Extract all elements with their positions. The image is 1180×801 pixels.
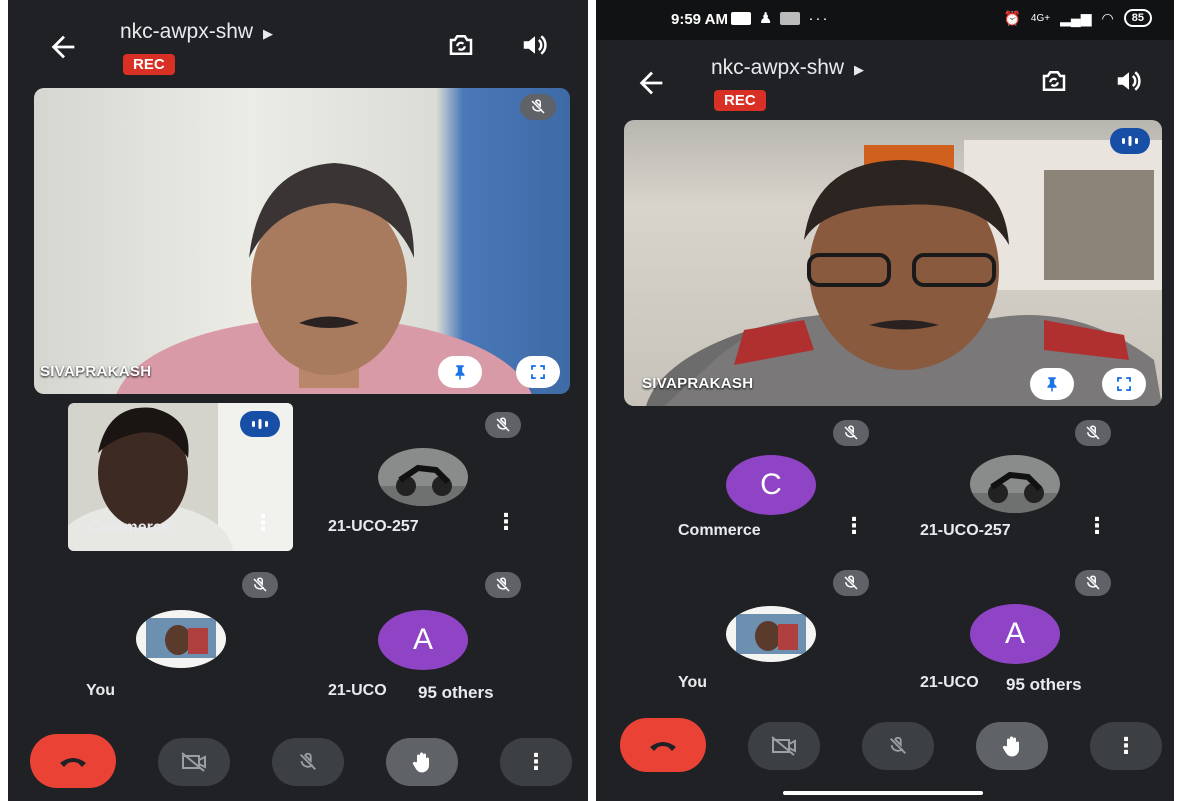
- mic-off-icon: [520, 94, 556, 120]
- more-vert-icon[interactable]: ⋮: [252, 512, 274, 534]
- self-avatar: [136, 610, 226, 668]
- camera-toggle-button[interactable]: [748, 722, 820, 770]
- avatar-letter: C: [726, 455, 816, 515]
- fullscreen-icon: [1117, 377, 1131, 391]
- speaker-icon[interactable]: [1114, 66, 1144, 96]
- mic-toggle-button[interactable]: [272, 738, 344, 786]
- meeting-title[interactable]: nkc-awpx-shw ▶: [120, 20, 273, 44]
- raise-hand-button[interactable]: [386, 738, 458, 786]
- back-arrow-icon[interactable]: [46, 30, 80, 64]
- more-options-button[interactable]: ⋮: [500, 738, 572, 786]
- battery-level: 85: [1123, 9, 1152, 27]
- speaker-icon[interactable]: [520, 30, 550, 60]
- home-indicator[interactable]: [783, 791, 983, 795]
- speaking-indicator-icon: [1110, 128, 1150, 154]
- left-screen: nkc-awpx-shw ▶ REC SIVAPRAKASH Commerce …: [8, 0, 588, 801]
- notification-icons: ♟ ···: [731, 9, 829, 27]
- main-video-tile[interactable]: SIVAPRAKASH: [624, 120, 1162, 406]
- more-vert-icon: ⋮: [525, 749, 547, 774]
- mic-off-icon: [242, 572, 278, 598]
- participant-name: You: [86, 682, 116, 699]
- video-notification-icon: [731, 11, 751, 25]
- end-call-icon: [60, 758, 86, 767]
- ghost-notification-icon: ♟: [759, 10, 773, 27]
- mic-off-icon: [833, 570, 869, 596]
- mic-toggle-button[interactable]: [862, 722, 934, 770]
- end-call-icon: [650, 742, 676, 751]
- tile-name: SIVAPRAKASH: [642, 375, 754, 392]
- more-notifications-icon: ···: [808, 9, 830, 27]
- fullscreen-button[interactable]: [516, 356, 560, 388]
- raise-hand-icon: [1002, 736, 1020, 757]
- more-vert-icon: ⋮: [1115, 733, 1137, 758]
- meeting-header: nkc-awpx-shw ▶ REC: [8, 20, 588, 90]
- status-time: 9:59 AM: [671, 11, 728, 28]
- app-notification-icon: [780, 11, 801, 25]
- mic-off-icon: [485, 572, 521, 598]
- participant-name: 21-UCO-257: [328, 518, 419, 535]
- others-count[interactable]: 95 others: [1006, 675, 1082, 695]
- mic-off-icon: [833, 420, 869, 446]
- speaking-indicator-icon: [240, 411, 280, 437]
- play-triangle-icon: ▶: [854, 62, 865, 77]
- participant-tile-commerce[interactable]: Commerce ⋮: [68, 403, 293, 551]
- meeting-header: nkc-awpx-shw ▶ REC: [596, 56, 1174, 126]
- end-call-button[interactable]: [620, 718, 706, 772]
- speaker-video: [646, 140, 1162, 406]
- play-triangle-icon: ▶: [263, 26, 274, 41]
- camera-off-icon: [771, 736, 796, 756]
- fullscreen-button[interactable]: [1102, 368, 1146, 400]
- participant-name: 21-UCO: [328, 682, 387, 699]
- mic-off-icon: [1075, 420, 1111, 446]
- switch-camera-icon[interactable]: [446, 30, 476, 60]
- meeting-code: nkc-awpx-shw: [711, 56, 845, 79]
- meeting-title[interactable]: nkc-awpx-shw ▶: [711, 56, 864, 80]
- speaker-video: [116, 163, 532, 394]
- tile-name: SIVAPRAKASH: [40, 363, 152, 380]
- raise-hand-button[interactable]: [976, 722, 1048, 770]
- more-vert-icon[interactable]: ⋮: [843, 515, 865, 537]
- avatar-letter: A: [970, 604, 1060, 664]
- end-call-button[interactable]: [30, 734, 116, 788]
- camera-off-icon: [181, 752, 206, 772]
- meeting-code: nkc-awpx-shw: [120, 20, 254, 43]
- wifi-icon: ◠: [1101, 9, 1114, 26]
- pin-icon: [1047, 377, 1057, 392]
- participant-name: Commerce: [678, 522, 761, 539]
- pin-button[interactable]: [438, 356, 482, 388]
- more-options-button[interactable]: ⋮: [1090, 722, 1162, 770]
- network-type: 4G+: [1030, 12, 1051, 24]
- back-arrow-icon[interactable]: [634, 66, 668, 100]
- right-screen: 9:59 AM ♟ ··· ⏰ 4G+ ▂▄▆ ◠ 85 nkc-awpx-sh…: [596, 0, 1174, 801]
- system-status: ⏰ 4G+ ▂▄▆ ◠ 85: [1003, 9, 1152, 27]
- status-bar: 9:59 AM ♟ ··· ⏰ 4G+ ▂▄▆ ◠ 85: [596, 0, 1174, 40]
- switch-camera-icon[interactable]: [1039, 66, 1069, 96]
- others-count[interactable]: 95 others: [418, 683, 494, 703]
- pin-icon: [455, 365, 465, 380]
- signal-icon: ▂▄▆: [1060, 9, 1092, 26]
- participant-name: 21-UCO: [920, 674, 979, 691]
- camera-toggle-button[interactable]: [158, 738, 230, 786]
- participant-name: You: [678, 674, 708, 691]
- avatar-letter: A: [378, 610, 468, 670]
- participant-name: Commerce: [88, 519, 171, 536]
- pin-button[interactable]: [1030, 368, 1074, 400]
- avatar: [378, 448, 468, 506]
- more-vert-icon[interactable]: ⋮: [1086, 515, 1108, 537]
- self-avatar: [726, 606, 816, 662]
- participant-name: 21-UCO-257: [920, 522, 1011, 539]
- mic-off-icon: [485, 412, 521, 438]
- rec-badge: REC: [123, 54, 175, 75]
- more-vert-icon[interactable]: ⋮: [495, 511, 517, 533]
- mic-off-icon: [890, 736, 906, 754]
- fullscreen-icon: [531, 365, 545, 379]
- main-video-tile[interactable]: SIVAPRAKASH: [34, 88, 570, 394]
- raise-hand-icon: [412, 752, 430, 773]
- alarm-icon: ⏰: [1003, 9, 1021, 26]
- avatar: [970, 455, 1060, 513]
- mic-off-icon: [300, 752, 316, 770]
- mic-off-icon: [1075, 570, 1111, 596]
- rec-badge: REC: [714, 90, 766, 111]
